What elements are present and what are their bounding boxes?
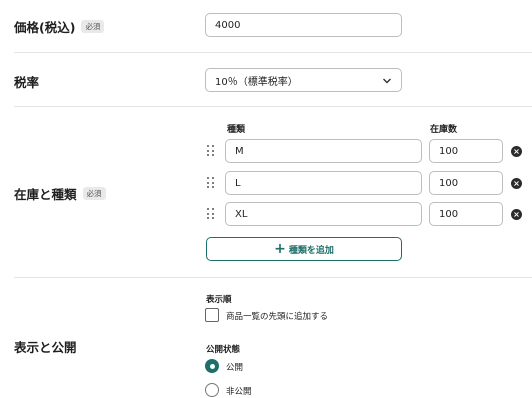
chevron-down-icon [383,78,391,84]
column-header-stock: 在庫数 [430,125,458,135]
price-section-label: 価格(税込) 必須 [14,17,105,36]
drag-handle-icon[interactable] [207,177,215,189]
type-input[interactable]: L [225,171,422,195]
status-label: 公開状態 [206,345,241,355]
stock-value: 100 [439,208,459,220]
type-value: L [235,177,241,189]
add-type-label: 種類を追加 [288,245,334,256]
price-input[interactable]: 4000 [205,13,402,37]
stock-label: 在庫と種類 [14,187,77,202]
visibility-section-label: 表示と公開 [14,337,77,356]
private-option-label: 非公開 [226,387,252,397]
tax-label: 税率 [14,75,40,90]
close-icon: × [513,209,520,219]
plus-icon: + [274,241,286,257]
divider [14,52,532,53]
close-icon: × [513,146,520,156]
price-value: 4000 [215,19,241,31]
tax-select[interactable]: 10％（標準税率） [205,68,402,92]
divider [14,277,532,278]
remove-row-button[interactable]: × [511,209,522,220]
remove-row-button[interactable]: × [511,146,522,157]
required-badge: 必須 [81,20,105,33]
type-value: XL [235,208,248,220]
required-badge: 必須 [82,187,106,200]
stock-value: 100 [439,177,459,189]
tax-section-label: 税率 [14,72,39,91]
stock-value: 100 [439,145,459,157]
stock-section-label: 在庫と種類 必須 [14,184,106,203]
type-input[interactable]: XL [225,202,422,226]
public-radio[interactable] [205,359,219,373]
public-option-label: 公開 [226,363,244,373]
price-label: 価格(税込) [14,20,76,35]
type-input[interactable]: M [225,139,422,163]
add-to-top-checkbox[interactable] [205,308,219,322]
private-radio[interactable] [205,383,219,397]
close-icon: × [513,178,520,188]
remove-row-button[interactable]: × [511,178,522,189]
drag-handle-icon[interactable] [207,208,215,220]
stock-input[interactable]: 100 [429,171,503,195]
add-type-button[interactable]: + 種類を追加 [206,237,402,261]
tax-selected-value: 10％（標準税率） [215,76,298,88]
visibility-label: 表示と公開 [14,340,77,355]
display-order-label: 表示順 [206,295,232,305]
add-to-top-label: 商品一覧の先頭に追加する [226,312,329,322]
column-header-type: 種類 [227,125,246,135]
type-value: M [235,145,244,157]
stock-input[interactable]: 100 [429,202,503,226]
divider [14,106,532,107]
drag-handle-icon[interactable] [207,145,215,157]
stock-input[interactable]: 100 [429,139,503,163]
